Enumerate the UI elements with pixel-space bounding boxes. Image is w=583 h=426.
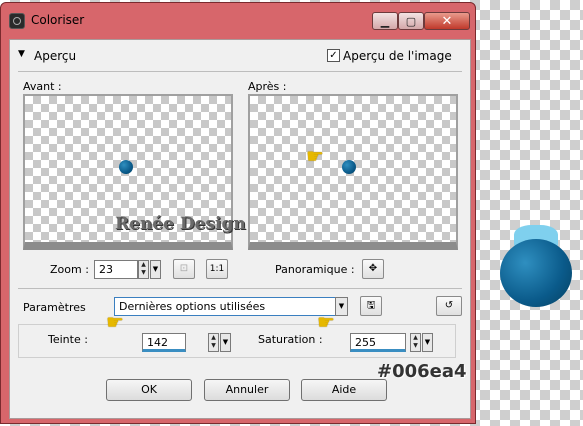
zoom-fit-label: 1:1 (209, 264, 225, 274)
zoom-dropdown[interactable]: ▼ (150, 260, 161, 279)
hue-dropdown[interactable]: ▼ (220, 333, 231, 352)
section-divider (18, 71, 462, 72)
dialog-client-area: ▼ Aperçu ✓ Aperçu de l'image Avant : Ren… (9, 39, 471, 419)
saturation-spinner[interactable]: ▲ ▼ (410, 333, 421, 352)
spin-up-icon: ▲ (141, 261, 146, 268)
save-preset-button[interactable]: 🖫 (360, 296, 382, 316)
watermark-text: Renée Design (115, 214, 246, 234)
ornament-ball (500, 239, 572, 307)
hue-label: Teinte : (48, 333, 88, 346)
reset-button[interactable]: ↺ (436, 296, 462, 316)
pan-label: Panoramique : (275, 263, 355, 276)
chevron-down-icon: ▼ (424, 338, 431, 346)
move-icon: ✥ (368, 263, 378, 274)
section-divider-2 (18, 288, 462, 289)
zoom-input[interactable]: 23 (94, 260, 138, 279)
parameters-label: Paramètres (23, 301, 86, 314)
zoom-spinner[interactable]: ▲ ▼ (138, 260, 149, 279)
title-bar[interactable]: Coloriser ▁ ▢ ✕ (1, 3, 475, 37)
before-ball (119, 160, 133, 174)
spin-up-icon: ▲ (413, 334, 418, 341)
close-icon: ✕ (441, 13, 453, 29)
after-preview[interactable]: ☛ (248, 94, 458, 250)
cancel-button[interactable]: Annuler (204, 379, 290, 401)
after-ball (342, 160, 356, 174)
hue-spinner[interactable]: ▲ ▼ (208, 333, 219, 352)
before-label: Avant : (23, 80, 62, 93)
collapse-triangle-icon[interactable]: ▼ (18, 49, 25, 59)
minimize-button[interactable]: ▁ (372, 12, 398, 30)
chevron-down-icon: ▼ (152, 265, 159, 273)
spin-down-icon: ▼ (211, 342, 216, 349)
save-icon: 🖫 (366, 300, 376, 311)
preset-dropdown[interactable]: Dernières options utilisées (114, 297, 346, 316)
app-icon (9, 13, 25, 29)
spin-down-icon: ▼ (413, 342, 418, 349)
hue-input[interactable]: 142 (142, 333, 186, 352)
saturation-input[interactable]: 255 (350, 333, 406, 352)
pan-button[interactable]: ✥ (362, 259, 384, 279)
before-preview: Renée Design (23, 94, 246, 250)
preset-dropdown-arrow[interactable]: ▼ (335, 297, 348, 316)
help-button[interactable]: Aide (301, 379, 387, 401)
chevron-down-icon: ▼ (222, 338, 229, 346)
window-title: Coloriser (31, 13, 85, 27)
ok-button[interactable]: OK (106, 379, 192, 401)
zoom-fit-button[interactable]: ⊡ (173, 259, 195, 279)
image-preview-checkbox[interactable]: ✓ (327, 49, 340, 62)
minimize-icon: ▁ (380, 14, 390, 28)
spin-down-icon: ▼ (141, 269, 146, 276)
color-annotation: #006ea4 (377, 361, 467, 382)
maximize-button[interactable]: ▢ (398, 12, 424, 30)
saturation-label: Saturation : (258, 333, 323, 346)
reset-icon: ↺ (444, 300, 454, 311)
pointing-hand-icon: ☛ (306, 144, 324, 168)
ornament-preview (500, 225, 574, 309)
chevron-down-icon: ▼ (338, 302, 345, 310)
maximize-icon: ▢ (405, 14, 417, 28)
image-preview-label: Aperçu de l'image (343, 49, 452, 63)
hue-pointing-hand-icon: ☛ (106, 310, 124, 334)
after-label: Après : (248, 80, 287, 93)
coloriser-dialog: Coloriser ▁ ▢ ✕ ▼ Aperçu ✓ Aperçu de l'i… (0, 2, 476, 424)
zoom-label: Zoom : (50, 263, 89, 276)
saturation-pointing-hand-icon: ☛ (317, 310, 335, 334)
close-button[interactable]: ✕ (424, 12, 470, 30)
saturation-dropdown[interactable]: ▼ (422, 333, 433, 352)
fit-window-icon: ⊡ (179, 263, 189, 274)
preview-header: Aperçu (34, 49, 77, 63)
spin-up-icon: ▲ (211, 334, 216, 341)
zoom-actual-size-button[interactable]: 1:1 (206, 259, 228, 279)
